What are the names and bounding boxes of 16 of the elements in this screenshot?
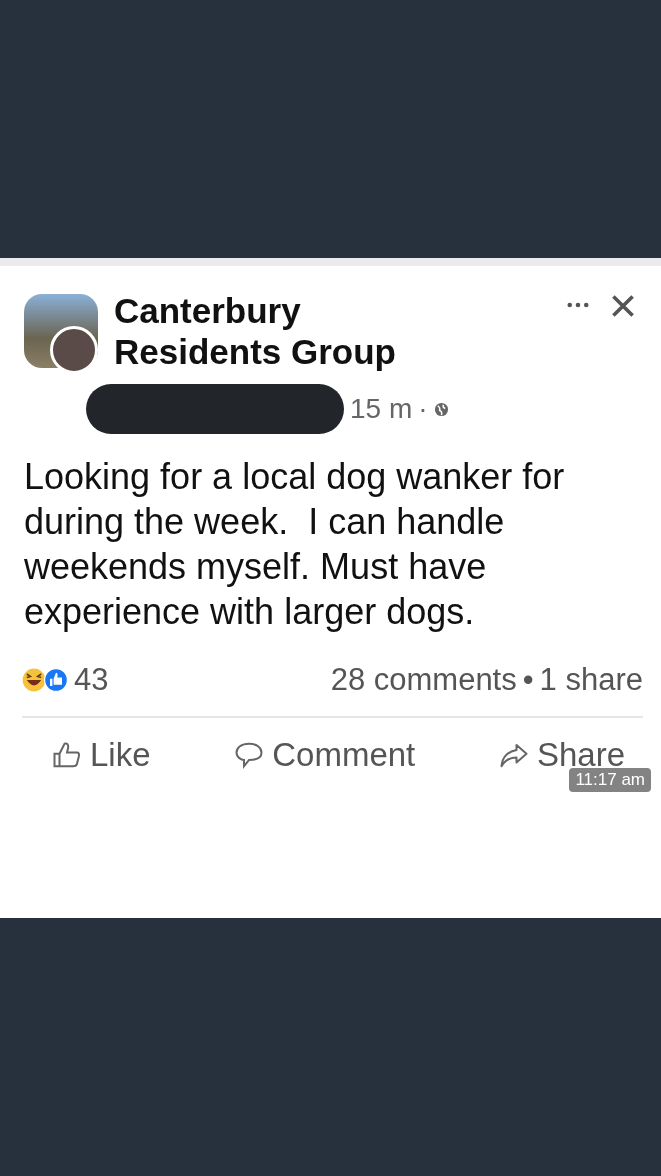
comment-count[interactable]: 28 comments bbox=[330, 662, 517, 698]
reaction-count[interactable]: 43 bbox=[74, 662, 109, 698]
timestamp-overlay: 11:17 am bbox=[569, 768, 651, 792]
globe-icon bbox=[433, 401, 449, 417]
post-text: Looking for a local dog wanker for during the week. I can handle weekends myself. Must have experience with larger dogs. bbox=[24, 455, 566, 634]
group-name[interactable]: Canterbury Residents Group bbox=[114, 290, 444, 372]
speech-bubble-icon bbox=[234, 740, 265, 770]
comment-button[interactable]: Comment bbox=[234, 736, 416, 774]
post-time: 15 m bbox=[350, 393, 413, 425]
thumbs-up-icon bbox=[52, 740, 82, 770]
like-button[interactable]: Like bbox=[52, 736, 151, 774]
separator: • bbox=[522, 662, 534, 698]
laughing-emoji-icon bbox=[22, 668, 46, 692]
share-count[interactable]: 1 share bbox=[539, 662, 643, 698]
separator: · bbox=[418, 393, 428, 425]
thumbs-up-icon bbox=[44, 668, 68, 692]
